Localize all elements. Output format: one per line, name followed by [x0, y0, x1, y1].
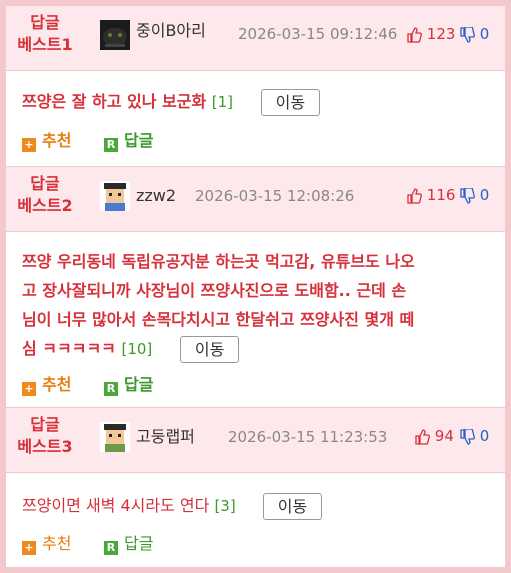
reply-button[interactable]: R 답글 — [104, 373, 153, 397]
downvote-button[interactable]: 0 — [459, 183, 489, 207]
recommend-button[interactable]: + 추천 — [22, 129, 71, 153]
downvote-count: 0 — [479, 25, 490, 43]
reply-header: 답글 베스트1 중이B아리 2026-03-15 09:12:46 123 0 — [6, 6, 505, 70]
plus-square-icon: + — [22, 382, 36, 396]
move-button[interactable]: 이동 — [260, 89, 321, 116]
move-button[interactable]: 이동 — [179, 336, 240, 363]
reply-content-line: 심 ㅋㅋㅋㅋㅋ [10] 이동 — [22, 334, 502, 364]
badge-rank: 베스트2 — [17, 196, 73, 215]
recommend-label: 추천 — [42, 131, 72, 150]
r-square-icon: R — [104, 382, 118, 396]
badge-label: 답글 — [30, 174, 60, 193]
plus-square-icon: + — [22, 541, 36, 555]
upvote-button[interactable]: 94 — [414, 424, 454, 448]
thumbs-up-icon — [407, 187, 422, 204]
reply-actions: + 추천 R 답글 — [22, 373, 222, 397]
reply-content-line: 님이 너무 많아서 손목다치시고 한달쉬고 쯔양사진 몇개 떼 — [22, 310, 415, 329]
best-badge: 답글 베스트2 — [6, 173, 84, 217]
move-button[interactable]: 이동 — [262, 493, 323, 520]
badge-label: 답글 — [30, 13, 60, 32]
thumbs-down-icon — [460, 428, 475, 445]
reply-content-line: 쯔양 우리동네 독립유공자분 하는곳 먹고감, 유튜브도 나오 — [22, 252, 415, 271]
reply-content-tail: 심 ㅋㅋㅋㅋㅋ — [22, 339, 116, 358]
reply-label: 답글 — [124, 131, 154, 150]
upvote-count: 94 — [434, 427, 454, 445]
user-nickname[interactable]: 고둥랩퍼 — [136, 424, 195, 450]
recommend-button[interactable]: + 추천 — [22, 532, 71, 556]
upvote-button[interactable]: 116 — [406, 183, 455, 207]
r-square-icon: R — [104, 541, 118, 555]
best-reply-card-3: 답글 베스트3 고둥랩퍼 2026-03-15 11:23:53 94 0 쯔양… — [6, 408, 505, 567]
reply-content: 쯔양이면 새벽 4시라도 연다 — [22, 496, 210, 515]
reply-text: 쯔양은 잘 하고 있나 보군화 [1] 이동 — [22, 87, 321, 117]
recommend-label: 추천 — [42, 375, 72, 394]
reply-actions: + 추천 R 답글 — [22, 532, 222, 556]
reply-button[interactable]: R 답글 — [104, 532, 153, 556]
thumbs-up-icon — [415, 428, 430, 445]
reply-text: 쯔양이면 새벽 4시라도 연다 [3] 이동 — [22, 491, 323, 521]
reply-content: 쯔양은 잘 하고 있나 보군화 — [22, 92, 207, 111]
best-replies-list: 답글 베스트1 중이B아리 2026-03-15 09:12:46 123 0 — [6, 6, 505, 567]
recommend-label: 추천 — [42, 534, 72, 553]
recommend-button[interactable]: + 추천 — [22, 373, 71, 397]
user-avatar[interactable] — [100, 181, 130, 211]
reply-count: [1] — [211, 93, 234, 111]
best-reply-card-2: 답글 베스트2 zzw2 2026-03-15 12:08:26 116 0 쯔… — [6, 167, 505, 407]
reply-timestamp: 2026-03-15 11:23:53 — [228, 428, 388, 446]
user-nickname[interactable]: 중이B아리 — [136, 18, 206, 44]
best-badge: 답글 베스트3 — [6, 414, 84, 458]
best-badge: 답글 베스트1 — [6, 12, 84, 56]
reply-count: [10] — [121, 340, 153, 358]
reply-timestamp: 2026-03-15 09:12:46 — [238, 25, 398, 43]
user-avatar[interactable] — [100, 20, 130, 50]
reply-header: 답글 베스트2 zzw2 2026-03-15 12:08:26 116 0 — [6, 167, 505, 231]
upvote-count: 123 — [426, 25, 456, 43]
upvote-button[interactable]: 123 — [406, 22, 455, 46]
downvote-count: 0 — [479, 186, 490, 204]
reply-actions: + 추천 R 답글 — [22, 129, 222, 153]
downvote-button[interactable]: 0 — [459, 424, 489, 448]
downvote-button[interactable]: 0 — [459, 22, 489, 46]
reply-header: 답글 베스트3 고둥랩퍼 2026-03-15 11:23:53 94 0 — [6, 408, 505, 472]
user-nickname[interactable]: zzw2 — [136, 183, 176, 209]
reply-text: 쯔양 우리동네 독립유공자분 하는곳 먹고감, 유튜브도 나오 고 장사잘되니까… — [22, 247, 502, 364]
badge-rank: 베스트1 — [17, 35, 73, 54]
user-avatar[interactable] — [100, 422, 130, 452]
divider — [6, 231, 505, 232]
thumbs-down-icon — [460, 187, 475, 204]
plus-square-icon: + — [22, 138, 36, 152]
reply-count: [3] — [214, 497, 236, 515]
downvote-count: 0 — [479, 427, 490, 445]
divider — [6, 70, 505, 71]
badge-label: 답글 — [30, 415, 60, 434]
thumbs-down-icon — [460, 26, 475, 43]
reply-button[interactable]: R 답글 — [104, 129, 153, 153]
divider — [6, 472, 505, 473]
reply-content-line: 고 장사잘되니까 사장님이 쯔양사진으로 도배함.. 근데 손 — [22, 281, 407, 300]
best-reply-card-1: 답글 베스트1 중이B아리 2026-03-15 09:12:46 123 0 — [6, 6, 505, 166]
upvote-count: 116 — [426, 186, 456, 204]
thumbs-up-icon — [407, 26, 422, 43]
reply-timestamp: 2026-03-15 12:08:26 — [195, 187, 355, 205]
badge-rank: 베스트3 — [17, 437, 73, 456]
reply-label: 답글 — [124, 375, 154, 394]
reply-label: 답글 — [124, 534, 154, 553]
r-square-icon: R — [104, 138, 118, 152]
